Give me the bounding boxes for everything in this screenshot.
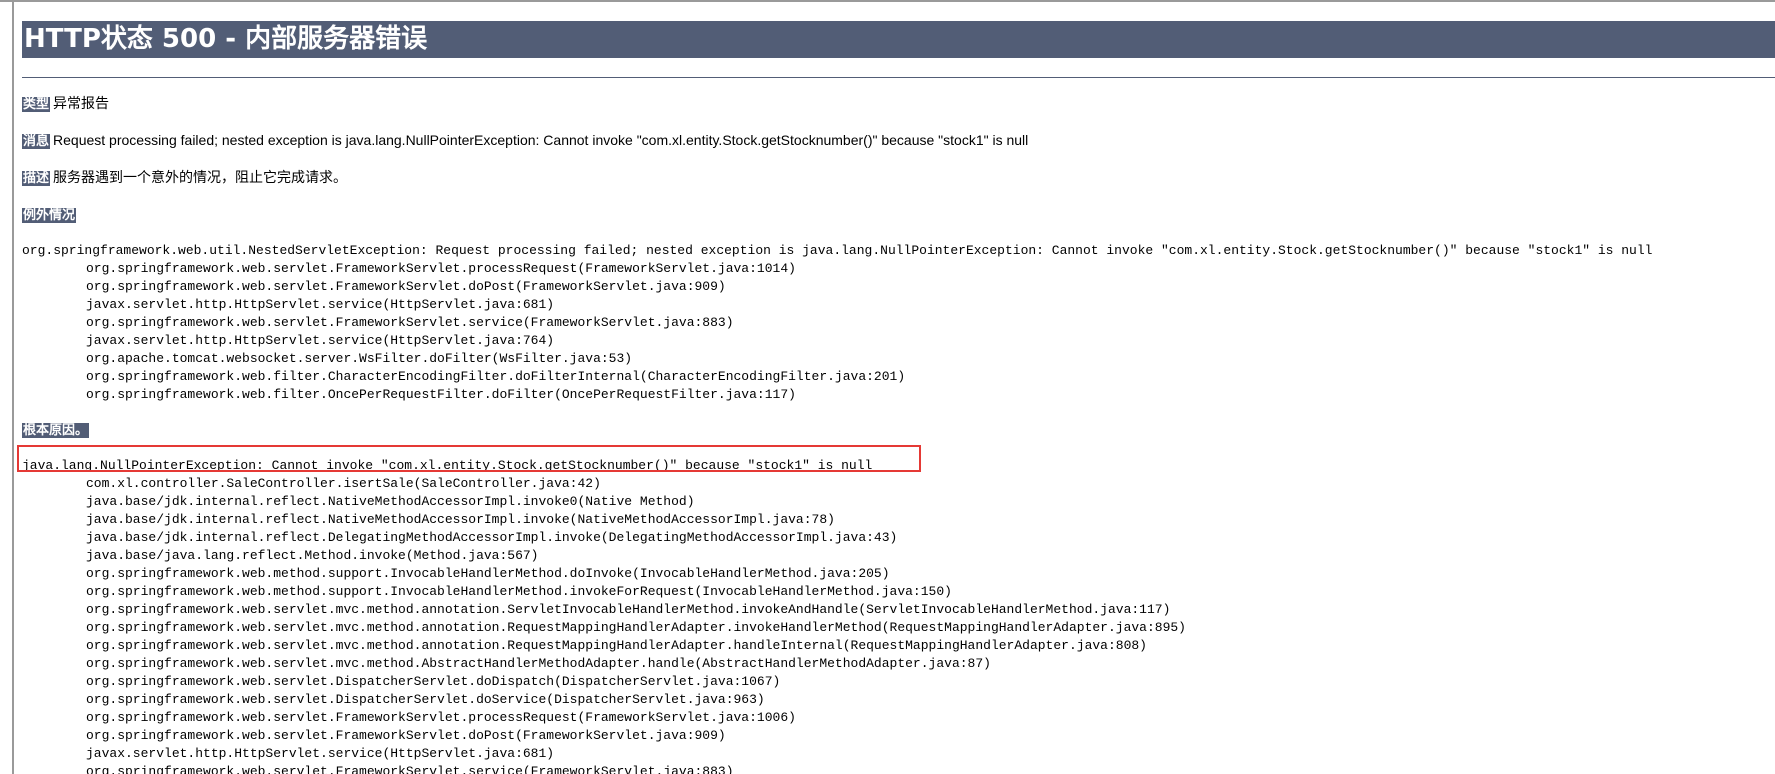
root-cause-frame: org.springframework.web.servlet.Framewor… bbox=[86, 728, 726, 743]
root-cause-headline: java.lang.NullPointerException: Cannot i… bbox=[22, 458, 873, 473]
description-value: 服务器遇到一个意外的情况，阻止它完成请求。 bbox=[53, 169, 348, 185]
root-cause-frame: org.springframework.web.servlet.mvc.meth… bbox=[86, 656, 991, 671]
root-cause-frame: javax.servlet.http.HttpServlet.service(H… bbox=[86, 746, 555, 761]
message-label: 消息 bbox=[22, 134, 51, 149]
root-cause-frame: com.xl.controller.SaleController.isertSa… bbox=[86, 476, 601, 491]
exception-frame: javax.servlet.http.HttpServlet.service(H… bbox=[86, 297, 555, 312]
info-message: 消息 Request processing failed; nested exce… bbox=[22, 131, 1775, 151]
root-cause-frame: org.springframework.web.servlet.mvc.meth… bbox=[86, 602, 1171, 617]
root-cause-frame: org.springframework.web.method.support.I… bbox=[86, 584, 952, 599]
exception-stack-trace: org.springframework.web.util.NestedServl… bbox=[22, 242, 1775, 404]
root-cause-frame: java.base/jdk.internal.reflect.NativeMet… bbox=[86, 512, 835, 527]
message-value: Request processing failed; nested except… bbox=[53, 132, 1029, 148]
exception-frame: org.apache.tomcat.websocket.server.WsFil… bbox=[86, 351, 633, 366]
info-description: 描述 服务器遇到一个意外的情况，阻止它完成请求。 bbox=[22, 168, 1775, 188]
exception-frame: org.springframework.web.servlet.Framewor… bbox=[86, 261, 796, 276]
root-cause-frame: org.springframework.web.servlet.Framewor… bbox=[86, 764, 734, 774]
root-cause-stack-trace: java.lang.NullPointerException: Cannot i… bbox=[22, 457, 1775, 774]
root-cause-frame: org.springframework.web.servlet.mvc.meth… bbox=[86, 638, 1147, 653]
exception-frame: org.springframework.web.servlet.Framewor… bbox=[86, 315, 734, 330]
root-cause-frame: java.base/java.lang.reflect.Method.invok… bbox=[86, 548, 539, 563]
exception-heading: 例外情况 bbox=[22, 205, 1775, 225]
exception-frame: org.springframework.web.servlet.Framewor… bbox=[86, 279, 726, 294]
exception-frame: javax.servlet.http.HttpServlet.service(H… bbox=[86, 333, 555, 348]
exception-frame: org.springframework.web.filter.Character… bbox=[86, 369, 906, 384]
exception-frame: org.springframework.web.filter.OncePerRe… bbox=[86, 387, 796, 402]
root-cause-heading: 根本原因。 bbox=[22, 420, 1775, 440]
window-left-border bbox=[12, 0, 14, 774]
window-top-border bbox=[0, 0, 1775, 2]
root-cause-frame: org.springframework.web.servlet.Dispatch… bbox=[86, 674, 781, 689]
error-page: HTTP状态 500 - 内部服务器错误 类型 异常报告 消息 Request pr… bbox=[22, 21, 1775, 774]
header-divider bbox=[22, 77, 1775, 78]
root-cause-frame: org.springframework.web.method.support.I… bbox=[86, 566, 890, 581]
exception-heading-label: 例外情况 bbox=[22, 208, 77, 223]
root-cause-frame: org.springframework.web.servlet.mvc.meth… bbox=[86, 620, 1186, 635]
root-cause-heading-label: 根本原因。 bbox=[22, 423, 90, 438]
page-title: HTTP状态 500 - 内部服务器错误 bbox=[22, 21, 1775, 58]
root-cause-frame: org.springframework.web.servlet.Framewor… bbox=[86, 710, 796, 725]
info-type: 类型 异常报告 bbox=[22, 94, 1775, 114]
exception-headline: org.springframework.web.util.NestedServl… bbox=[22, 243, 1653, 258]
root-cause-frame: java.base/jdk.internal.reflect.Delegatin… bbox=[86, 530, 898, 545]
type-value: 异常报告 bbox=[53, 95, 110, 111]
root-cause-frame: org.springframework.web.servlet.Dispatch… bbox=[86, 692, 765, 707]
description-label: 描述 bbox=[22, 171, 51, 186]
root-cause-frame: java.base/jdk.internal.reflect.NativeMet… bbox=[86, 494, 695, 509]
type-label: 类型 bbox=[22, 97, 51, 112]
root-cause-frames: com.xl.controller.SaleController.isertSa… bbox=[22, 475, 1775, 774]
exception-frames: org.springframework.web.servlet.Framewor… bbox=[22, 260, 1775, 404]
